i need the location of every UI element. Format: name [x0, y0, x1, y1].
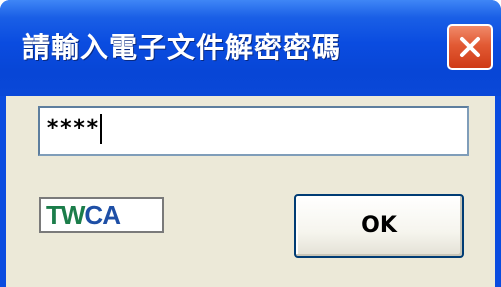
title-bar[interactable]: 請輸入電子文件解密密碼 — [0, 0, 501, 96]
logo-text-tw: TW — [46, 200, 85, 230]
close-icon — [460, 37, 480, 57]
text-caret — [99, 114, 102, 144]
password-dialog: 請輸入電子文件解密密碼 **** TWCA OK — [0, 0, 501, 287]
logo-text: TWCA — [46, 200, 121, 230]
password-mask: **** — [46, 116, 99, 141]
twca-logo: TWCA — [39, 197, 164, 233]
logo-text-ca: CA — [84, 200, 121, 230]
dialog-title: 請輸入電子文件解密密碼 — [22, 31, 342, 64]
close-button[interactable] — [447, 24, 493, 70]
password-input[interactable]: **** — [38, 106, 469, 156]
dialog-body: **** TWCA OK — [6, 96, 495, 287]
ok-button[interactable]: OK — [294, 194, 464, 258]
